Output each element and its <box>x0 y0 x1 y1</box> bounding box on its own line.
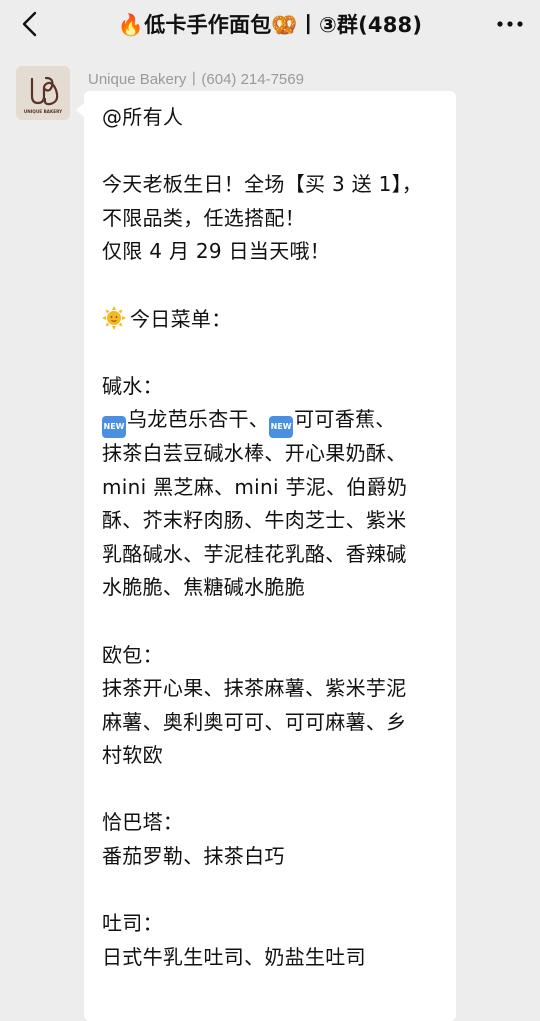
intro-line: 仅限 4 月 29 日当天哦！ <box>102 239 331 264</box>
jianshui-line: 抹茶白芸豆碱水棒、开心果奶酥、 <box>102 440 407 465</box>
menu-title-line: 今日菜单： <box>102 303 447 337</box>
oubao-line: 抹茶开心果、抹茶麻薯、紫米芋泥 <box>102 676 407 701</box>
qiabata-line: 番茄罗勒、抹茶白巧 <box>102 844 285 869</box>
chevron-left-icon <box>22 11 37 37</box>
back-button[interactable] <box>14 8 46 40</box>
section-title-qiabata: 恰巴塔： <box>102 810 184 835</box>
sender-name: Unique Bakery丨(604) 214-7569 <box>88 71 304 88</box>
message-bubble[interactable]: @所有人 今天老板生日！全场【买 3 送 1】， 不限品类，任选搭配！ 仅限 4… <box>76 91 456 1021</box>
menu-title: 今日菜单： <box>130 306 232 331</box>
mention-line: @所有人 <box>102 105 184 129</box>
new-badge-icon: NEW <box>269 416 294 439</box>
oubao-line: 村软欧 <box>102 743 163 768</box>
jianshui-line: 酥、芥末籽肉肠、牛肉芝士、紫米 <box>102 508 407 533</box>
avatar-logo-text: UNIQUE BAKERY <box>24 109 63 114</box>
oubao-line: 麻薯、奥利奥可可、可可麻薯、乡 <box>102 709 407 734</box>
sender-avatar[interactable]: UNIQUE BAKERY <box>16 66 70 120</box>
message-text: @所有人 今天老板生日！全场【买 3 送 1】， 不限品类，任选搭配！ 仅限 4… <box>102 101 447 974</box>
section-title-tusi: 吐司： <box>102 911 163 936</box>
more-button[interactable] <box>492 8 528 40</box>
jianshui-line: NEW 乌龙芭乐杏干、 NEW 可可香蕉、 <box>102 403 447 439</box>
intro-line: 不限品类，任选搭配！ <box>102 205 305 230</box>
more-dots-icon <box>497 21 523 27</box>
section-title-oubao: 欧包： <box>102 642 163 667</box>
jianshui-line: 乳酪碱水、芋泥桂花乳酪、香辣碱 <box>102 541 407 566</box>
menu-item-text: 乌龙芭乐杏干、 <box>127 407 270 432</box>
chat-title: 🔥低卡手作面包🥨丨③群(488) <box>117 13 423 37</box>
sun-emoji-icon <box>102 305 126 330</box>
jianshui-line: mini 黑芝麻、mini 芋泥、伯爵奶 <box>102 474 408 499</box>
new-badge-icon: NEW <box>102 416 126 439</box>
tusi-line: 日式牛乳生吐司、奶盐生吐司 <box>102 944 366 969</box>
top-bar: 🔥低卡手作面包🥨丨③群(488) <box>0 0 540 48</box>
intro-line: 今天老板生日！全场【买 3 送 1】， <box>102 172 423 197</box>
section-title-jianshui: 碱水： <box>102 373 163 398</box>
bakery-logo-icon: UNIQUE BAKERY <box>16 66 70 120</box>
jianshui-line: 水脆脆、焦糖碱水脆脆 <box>102 575 305 600</box>
menu-item-text: 可可香蕉、 <box>294 407 396 432</box>
